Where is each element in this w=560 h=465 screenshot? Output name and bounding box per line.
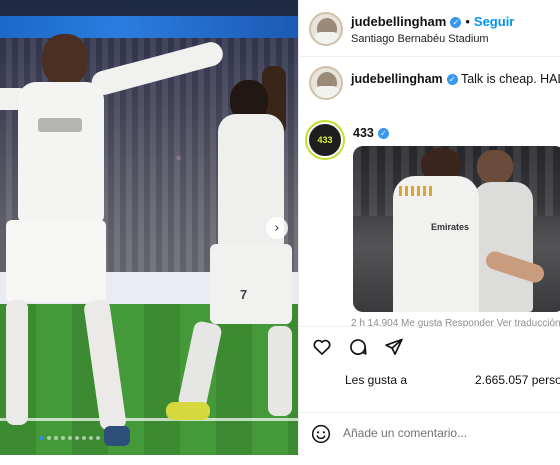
carousel-dot [75, 436, 79, 440]
likes-count[interactable]: 2.665.057 person [475, 373, 560, 387]
next-image-button[interactable]: › [266, 217, 288, 239]
verified-badge-icon: ✓ [446, 74, 458, 85]
embed-player-shirt [393, 176, 479, 312]
carousel-dot [68, 436, 72, 440]
carousel-dot [96, 436, 100, 440]
post-header: judebellingham ✓ • Seguir [351, 14, 514, 29]
comment-header: 433 ✓ [353, 126, 389, 140]
comment-meta: 2 h 14.904 Me gusta Responder Ver traduc… [351, 318, 560, 329]
follow-button[interactable]: Seguir [474, 14, 514, 29]
carousel-dot [47, 436, 51, 440]
pitch-line [0, 418, 298, 421]
shirt-sponsor: Emirates [431, 222, 470, 232]
comment-input[interactable] [343, 426, 553, 440]
commenter-avatar[interactable]: 433 [307, 122, 343, 158]
emoji-icon[interactable] [311, 424, 331, 444]
stadium-banner [0, 16, 298, 38]
post-sidebar: judebellingham ✓ • Seguir Santiago Bernabéu… [298, 0, 560, 465]
embed-player-head [477, 150, 513, 184]
shirt-sponsor [38, 118, 82, 132]
carousel-dot [40, 436, 44, 440]
caption: judebellingham✓ Talk is cheap. HALA M [351, 72, 560, 86]
bottom-edge [0, 455, 560, 465]
player-one-head [42, 34, 88, 86]
player-two-leg [268, 326, 292, 416]
pitch [0, 304, 298, 455]
caption-avatar[interactable] [309, 66, 343, 100]
actions-divider [299, 326, 560, 327]
player-two-shorts [210, 244, 292, 324]
share-icon [385, 338, 403, 355]
commenter-avatar-label: 433 [317, 135, 333, 145]
carousel-dots [0, 436, 140, 440]
author-avatar[interactable] [309, 12, 343, 46]
player-one-shirt [18, 82, 104, 222]
comment-icon [350, 339, 367, 355]
carousel-dot [82, 436, 86, 440]
carousel-dot [89, 436, 93, 440]
share-button[interactable] [383, 336, 405, 358]
likes-label: Les gusta a [345, 373, 408, 387]
comment-button[interactable] [347, 336, 369, 358]
header-divider [299, 56, 560, 57]
carousel-dot [54, 436, 58, 440]
embed-player-shirt [473, 182, 533, 312]
location-link[interactable]: Santiago Bernabéu Stadium [351, 33, 489, 45]
post-image[interactable]: 7 › [0, 0, 298, 455]
player-two-boot [166, 402, 210, 420]
heart-icon [313, 339, 331, 355]
player-two-number: 7 [240, 287, 248, 302]
verified-badge-icon: ✓ [450, 17, 462, 28]
caption-username[interactable]: judebellingham [351, 72, 443, 86]
action-bar [311, 336, 405, 358]
verified-badge-icon: ✓ [377, 128, 389, 139]
avatar-shirt [315, 32, 339, 44]
comment-image[interactable]: Emirates [353, 146, 560, 312]
comment-divider [299, 412, 560, 413]
player-one-leg [6, 300, 28, 425]
commenter-username[interactable]: 433 [353, 126, 374, 140]
comment-composer [299, 414, 560, 454]
carousel-dot [61, 436, 65, 440]
chevron-right-icon: › [274, 220, 280, 236]
player-one-shorts [6, 220, 106, 302]
shirt-stripes [399, 186, 435, 196]
author-username[interactable]: judebellingham [351, 14, 446, 29]
like-button[interactable] [311, 336, 333, 358]
separator: • [465, 14, 470, 29]
avatar-shirt [315, 86, 339, 98]
caption-text: Talk is cheap. HALA M [460, 72, 560, 86]
